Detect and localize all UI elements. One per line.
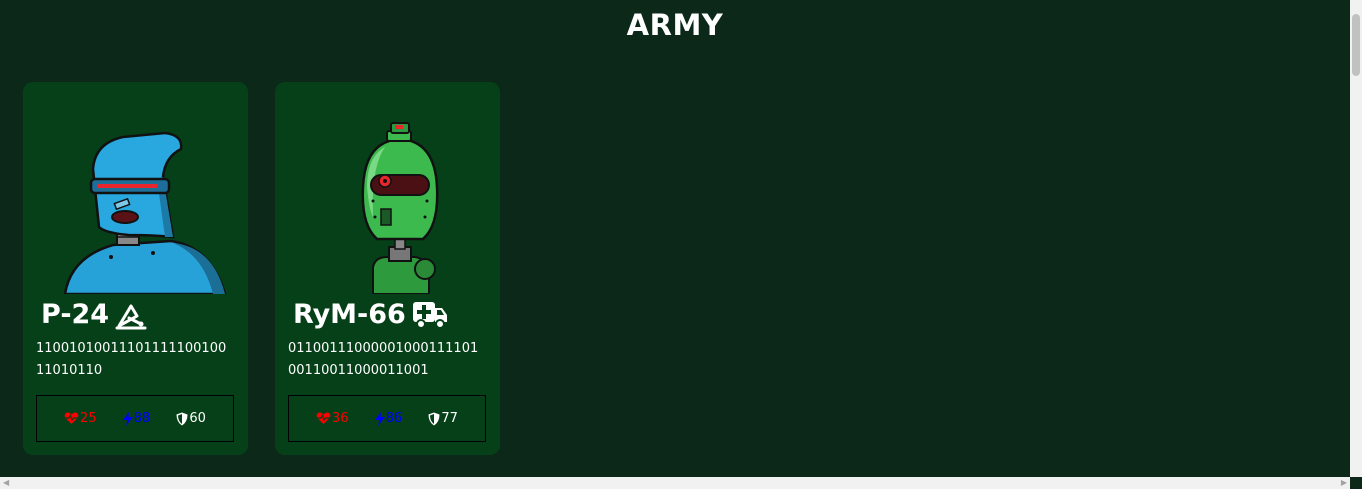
robot-name: P-24 (41, 298, 110, 330)
energy-stat: 88 (122, 411, 151, 426)
robot-name: RyM-66 (293, 298, 406, 330)
shield-icon (176, 412, 188, 425)
lightning-bolt-icon (122, 411, 133, 426)
heart-pulse-icon (316, 412, 331, 424)
robot-dna: 01100111000001000111101 0011001100001100… (288, 341, 479, 378)
army-list: P-24 11001010011101111100100 11010110 25 (23, 82, 500, 455)
robot-card[interactable]: P-24 11001010011101111100100 11010110 25 (23, 82, 248, 455)
shield-icon (428, 412, 440, 425)
robot-dna: 11001010011101111100100 11010110 (36, 341, 227, 378)
robot-card[interactable]: RyM-66 01100111000001000111101 001100110… (275, 82, 500, 455)
scroll-right-arrow-icon[interactable]: ▶ (1341, 477, 1347, 489)
robot-stats: 36 86 77 (288, 395, 486, 442)
armor-stat: 60 (176, 411, 206, 426)
robot-stats: 25 88 60 (36, 395, 234, 442)
hp-stat: 25 (64, 411, 97, 426)
energy-value: 88 (133, 411, 151, 426)
blue-robot-avatar (53, 117, 228, 294)
hp-stat: 36 (316, 411, 349, 426)
energy-value: 86 (385, 411, 403, 426)
horizontal-scrollbar[interactable]: ◀ ▶ (0, 477, 1350, 489)
armor-value: 77 (441, 411, 458, 426)
scroll-left-arrow-icon[interactable]: ◀ (3, 477, 9, 489)
energy-stat: 86 (374, 411, 403, 426)
heart-pulse-icon (64, 412, 79, 424)
robot-name-row: RyM-66 (293, 298, 447, 330)
robot-name-row: P-24 (41, 298, 149, 330)
vertical-scrollbar[interactable] (1350, 0, 1362, 477)
armor-stat: 77 (428, 411, 458, 426)
ambulance-icon (412, 298, 447, 330)
hp-value: 25 (80, 411, 97, 426)
vertical-scrollbar-thumb[interactable] (1352, 14, 1360, 76)
satellite-dish-icon (115, 298, 149, 330)
lightning-bolt-icon (374, 411, 385, 426)
armor-value: 60 (189, 411, 206, 426)
page-title: ARMY (626, 8, 724, 42)
hp-value: 36 (332, 411, 349, 426)
green-robot-avatar (305, 117, 480, 294)
